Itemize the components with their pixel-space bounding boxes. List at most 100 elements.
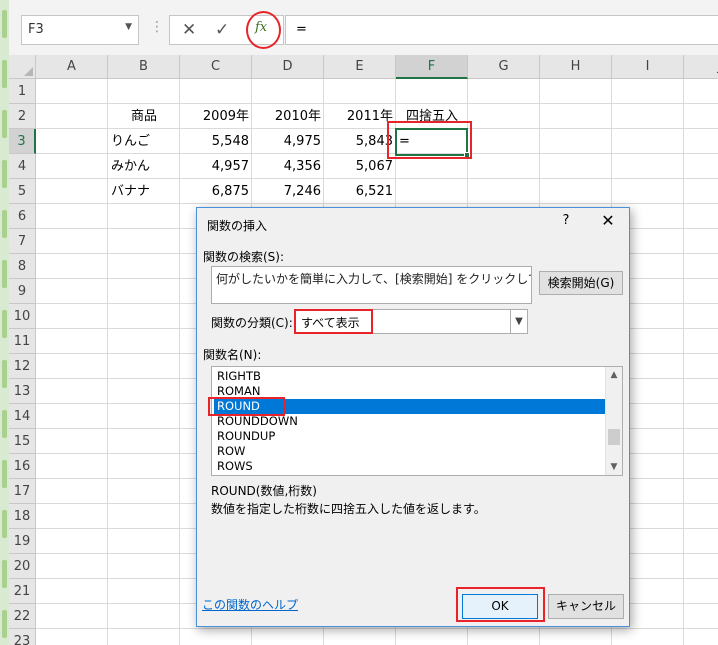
cell-c2[interactable]: 2009年 [180,104,252,129]
search-text: 何がしたいかを簡単に入力して、[検索開始] をクリックしてください。 [216,272,531,286]
list-item[interactable]: RIGHTB [214,369,605,384]
column-header-a[interactable]: A [36,55,108,79]
cancel-button[interactable]: キャンセル [548,594,624,619]
list-item[interactable]: ROW [214,444,605,459]
row-header-10[interactable]: 10 [9,304,36,329]
column-header-h[interactable]: H [540,55,612,79]
list-item[interactable]: ROUNDUP [214,429,605,444]
strip-marker [2,510,7,538]
cell-d5[interactable]: 7,246 [252,179,324,204]
cell-b5[interactable]: バナナ [108,179,180,204]
row-header-19[interactable]: 19 [9,529,36,554]
help-button[interactable]: ? [557,213,575,233]
row-header-1[interactable]: 1 [9,79,36,104]
search-label: 関数の検索(S): [203,250,285,264]
gridline [683,79,684,645]
row-header-2[interactable]: 2 [9,104,36,129]
formula-bar-grip-icon: ⋮ [150,19,164,35]
cell-b3[interactable]: りんご [108,129,180,154]
function-help-link[interactable]: この関数のヘルプ [202,596,298,613]
highlight-category [294,309,373,334]
row-header-6[interactable]: 6 [9,204,36,229]
search-start-button[interactable]: 検索開始(G) [539,271,623,295]
row-header-3[interactable]: 3 [9,129,36,154]
function-description: 数値を指定した桁数に四捨五入した値を返します。 [211,502,486,516]
highlight-active-cell [387,121,472,159]
column-header-j[interactable]: J [684,55,718,79]
function-syntax: ROUND(数値,桁数) [211,484,317,498]
insert-function-button[interactable]: fx [246,11,281,49]
cell-b2[interactable]: 商品 [108,104,180,129]
name-box-value: F3 [28,22,44,37]
column-header-c[interactable]: C [180,55,252,79]
formula-bar-row: F3 ▼ ⋮ ✕ ✓ fx = [9,0,718,55]
name-box[interactable]: F3 ▼ [21,15,139,45]
cell-d3[interactable]: 4,975 [252,129,324,154]
cell-d2[interactable]: 2010年 [252,104,324,129]
row-header-9[interactable]: 9 [9,279,36,304]
cell-d4[interactable]: 4,356 [252,154,324,179]
function-list[interactable]: RIGHTB ROMAN ROUND ROUNDDOWN ROUNDUP ROW… [211,366,623,476]
column-header-e[interactable]: E [324,55,396,79]
gridline [36,628,718,629]
row-header-17[interactable]: 17 [9,479,36,504]
formula-input[interactable]: = [285,15,718,45]
insert-function-dialog: 関数の挿入 ? ✕ 関数の検索(S): 何がしたいかを簡単に入力して、[検索開始… [196,207,630,627]
row-header-20[interactable]: 20 [9,554,36,579]
cell-c3[interactable]: 5,548 [180,129,252,154]
column-header-i[interactable]: I [612,55,684,79]
strip-marker [2,110,7,138]
cell-e3[interactable]: 5,843 [324,129,396,154]
list-item[interactable]: ROWS [214,459,605,474]
row-header-12[interactable]: 12 [9,354,36,379]
strip-marker [2,360,7,388]
strip-marker [2,160,7,188]
row-header-11[interactable]: 11 [9,329,36,354]
cell-c4[interactable]: 4,957 [180,154,252,179]
highlight-ok [456,587,545,622]
strip-marker [2,210,7,238]
list-item[interactable]: ROUNDDOWN [214,414,605,429]
cell-e5[interactable]: 6,521 [324,179,396,204]
column-header-f[interactable]: F [396,55,468,79]
strip-marker [2,610,7,638]
row-header-18[interactable]: 18 [9,504,36,529]
dialog-title: 関数の挿入 [207,219,268,233]
select-all-corner[interactable] [9,55,36,79]
left-edge-strip [0,0,9,645]
strip-marker [2,260,7,288]
fx-icon: fx [255,20,268,35]
row-header-13[interactable]: 13 [9,379,36,404]
column-header-d[interactable]: D [252,55,324,79]
cell-b4[interactable]: みかん [108,154,180,179]
cell-e4[interactable]: 5,067 [324,154,396,179]
row-header-23[interactable]: 23 [9,629,36,645]
chevron-down-icon[interactable]: ▼ [606,459,622,475]
name-box-dropdown-icon[interactable]: ▼ [125,22,132,32]
cancel-formula-icon[interactable]: ✕ [182,20,196,40]
enter-formula-icon[interactable]: ✓ [215,20,229,40]
row-header-21[interactable]: 21 [9,579,36,604]
close-icon[interactable]: ✕ [597,211,619,233]
row-header-14[interactable]: 14 [9,404,36,429]
row-header-15[interactable]: 15 [9,429,36,454]
row-header-5[interactable]: 5 [9,179,36,204]
row-header-22[interactable]: 22 [9,604,36,629]
function-search-input[interactable]: 何がしたいかを簡単に入力して、[検索開始] をクリックしてください。 [211,266,532,304]
strip-marker [2,560,7,588]
highlight-round [208,397,285,416]
row-header-7[interactable]: 7 [9,229,36,254]
row-header-4[interactable]: 4 [9,154,36,179]
cell-e2[interactable]: 2011年 [324,104,396,129]
strip-marker [2,60,7,88]
row-header-16[interactable]: 16 [9,454,36,479]
column-header-b[interactable]: B [108,55,180,79]
row-header-8[interactable]: 8 [9,254,36,279]
column-header-g[interactable]: G [468,55,540,79]
cell-c5[interactable]: 6,875 [180,179,252,204]
scroll-thumb[interactable] [608,429,620,445]
chevron-down-icon[interactable]: ▼ [510,310,527,333]
chevron-up-icon[interactable]: ▲ [606,367,622,383]
list-scrollbar[interactable]: ▲ ▼ [605,367,622,475]
function-name-label: 関数名(N): [203,348,262,362]
